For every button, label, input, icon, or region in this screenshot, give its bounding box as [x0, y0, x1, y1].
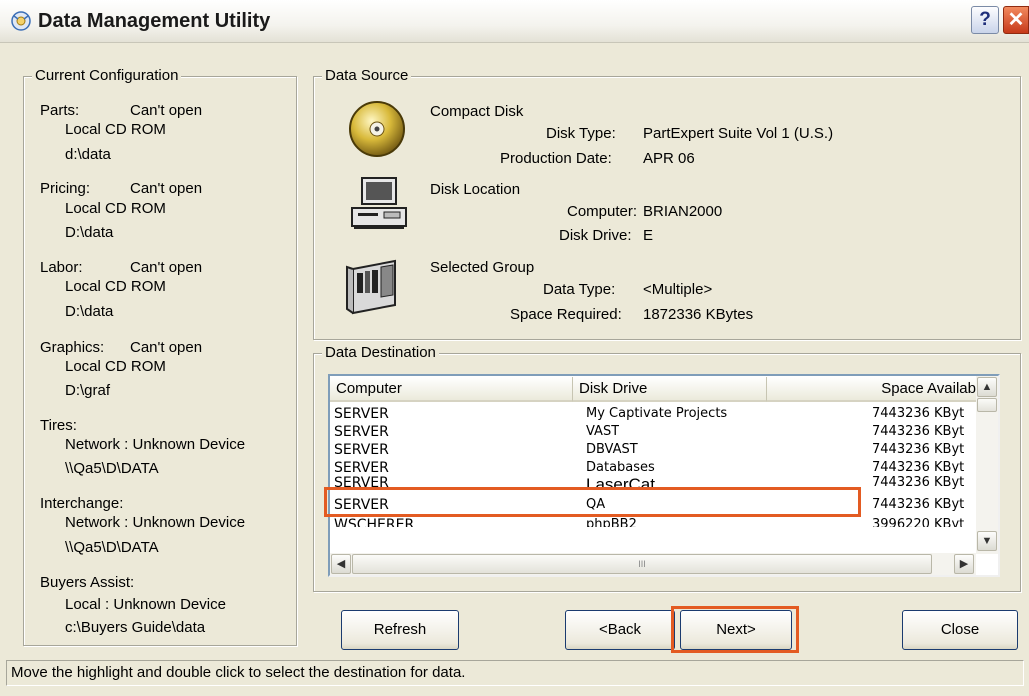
data-type-value: <Multiple> [643, 281, 713, 298]
cell-disk-drive: Databases [586, 460, 655, 473]
lasercat-row-highlight [324, 487, 861, 517]
cell-disk-drive: phpBB2 [586, 517, 637, 527]
config-type: Network : Unknown Device [65, 436, 246, 453]
title-bar: Data Management Utility ? ✕ [0, 0, 1029, 43]
cell-space: 7443236 KByt [872, 406, 965, 421]
space-required-label: Space Required: [510, 306, 622, 323]
close-icon: ✕ [1007, 9, 1025, 31]
config-path: \\Qa5\D\DATA [65, 539, 159, 556]
scroll-grip: III [638, 559, 646, 569]
disk-drive-value: E [643, 227, 654, 244]
cell-computer: SERVER [334, 442, 389, 458]
computer-label: Computer: [567, 203, 638, 220]
cell-computer: WSCHERER [334, 517, 415, 527]
cell-computer: SERVER [334, 460, 389, 473]
table-row[interactable]: WSCHERER phpBB2 3996220 KByt [330, 516, 970, 527]
config-name: Interchange: [40, 495, 124, 512]
config-type: Local CD ROM [65, 278, 166, 295]
status-bar: Move the highlight and double click to s… [6, 660, 1024, 686]
scroll-down-button[interactable]: ▼ [977, 531, 997, 551]
config-name: Pricing: [40, 180, 91, 197]
cell-disk-drive: DBVAST [586, 442, 638, 457]
disk-drive-label: Disk Drive: [559, 227, 632, 244]
chevron-right-icon: ▶ [959, 558, 969, 570]
help-icon: ? [979, 9, 991, 30]
help-button[interactable]: ? [971, 6, 999, 34]
cell-disk-drive: My Captivate Projects [586, 406, 728, 421]
cell-disk-drive: VAST [586, 424, 620, 439]
config-type: Network : Unknown Device [65, 514, 246, 531]
cell-computer: SERVER [334, 424, 389, 440]
scroll-right-button[interactable]: ▶ [954, 554, 974, 574]
production-date-label: Production Date: [500, 150, 612, 167]
config-name: Tires: [40, 417, 77, 434]
config-type: Local CD ROM [65, 358, 166, 375]
chevron-left-icon: ◀ [336, 558, 346, 570]
config-type: Local CD ROM [65, 200, 166, 217]
column-header-space-available[interactable]: Space Availab [767, 377, 979, 402]
production-date-value: APR 06 [643, 150, 695, 167]
close-button[interactable]: Close [902, 610, 1018, 650]
computer-icon [351, 177, 407, 229]
refresh-button[interactable]: Refresh [341, 610, 459, 650]
chevron-up-icon: ▲ [981, 381, 993, 393]
computer-value: BRIAN2000 [643, 203, 723, 220]
config-status: Can't open [130, 180, 203, 197]
cell-space: 3996220 KByt [872, 517, 965, 527]
table-row[interactable]: SERVER Databases 7443236 KByt [330, 459, 970, 473]
horizontal-scrollbar[interactable]: ◀ III ▶ [330, 553, 976, 575]
data-type-label: Data Type: [543, 281, 616, 298]
data-source-legend: Data Source [322, 67, 412, 84]
space-required-value: 1872336 KBytes [643, 306, 754, 323]
config-path: D:\data [65, 303, 114, 320]
config-path: D:\graf [65, 382, 111, 399]
disk-type-label: Disk Type: [546, 125, 616, 142]
window-title: Data Management Utility [38, 10, 271, 32]
cell-space: 7443236 KByt [872, 475, 965, 490]
config-status: Can't open [130, 259, 203, 276]
config-type: Local CD ROM [65, 121, 166, 138]
chevron-down-icon: ▼ [981, 535, 993, 547]
table-row[interactable]: SERVER VAST 7443236 KByt [330, 423, 970, 441]
selected-group-title: Selected Group [430, 259, 535, 276]
config-status: Can't open [130, 102, 203, 119]
horizontal-scroll-thumb[interactable]: III [352, 554, 932, 574]
config-type: Local : Unknown Device [65, 596, 226, 613]
books-group-icon [346, 259, 396, 315]
cell-space: 7443236 KByt [872, 442, 965, 457]
disk-type-value: PartExpert Suite Vol 1 (U.S.) [643, 125, 834, 142]
compact-disk-icon [349, 101, 405, 157]
table-row[interactable]: SERVER My Captivate Projects 7443236 KBy… [330, 405, 970, 423]
disk-location-title: Disk Location [430, 181, 521, 198]
back-button[interactable]: <Back [565, 610, 675, 650]
cell-space: 7443236 KByt [872, 424, 965, 439]
next-button-highlight [671, 606, 799, 653]
close-window-button[interactable]: ✕ [1003, 6, 1029, 34]
data-destination-legend: Data Destination [322, 344, 439, 361]
config-status: Can't open [130, 339, 203, 356]
cell-computer: SERVER [334, 406, 389, 422]
scroll-left-button[interactable]: ◀ [331, 554, 351, 574]
app-icon [11, 11, 31, 31]
config-name: Graphics: [40, 339, 105, 356]
cell-space: 7443236 KByt [872, 460, 965, 473]
vertical-scrollbar[interactable]: ▲ ▼ [976, 376, 998, 554]
config-path: \\Qa5\D\DATA [65, 460, 159, 477]
config-name: Parts: [40, 102, 80, 119]
scroll-up-button[interactable]: ▲ [977, 377, 997, 397]
config-name: Buyers Assist: [40, 574, 135, 591]
column-header-disk-drive[interactable]: Disk Drive [573, 377, 767, 402]
config-path: D:\data [65, 224, 114, 241]
cell-space: 7443236 KByt [872, 497, 965, 512]
vertical-scroll-thumb[interactable] [977, 398, 997, 412]
table-row[interactable]: SERVER DBVAST 7443236 KByt [330, 441, 970, 459]
current-configuration-legend: Current Configuration [32, 67, 182, 84]
config-path: c:\Buyers Guide\data [65, 619, 206, 636]
compact-disk-title: Compact Disk [430, 103, 524, 120]
config-name: Labor: [40, 259, 83, 276]
destination-list[interactable]: Computer Disk Drive Space Availab SERVER… [328, 374, 1000, 577]
config-path: d:\data [65, 146, 111, 163]
column-header-computer[interactable]: Computer [330, 377, 573, 402]
